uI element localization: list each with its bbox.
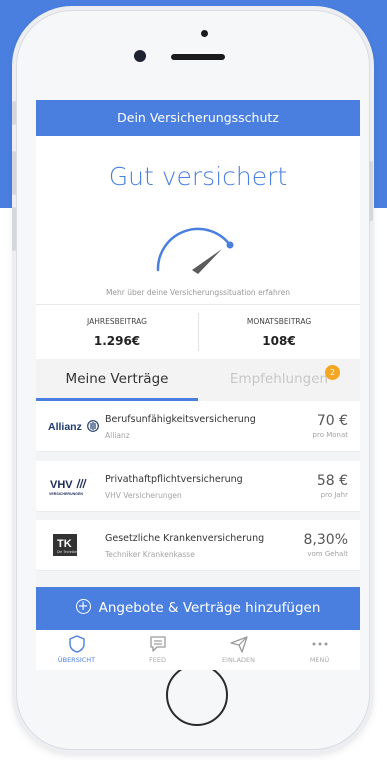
contract-amount: 58 €	[316, 473, 348, 489]
list-item[interactable]: Allianz Berufsunfähigkeitsversicherung A…	[36, 401, 360, 452]
coverage-summary: Gut versichert Mehr über deine Versicher…	[36, 136, 360, 332]
phone-volume-down	[12, 207, 16, 251]
contract-company: Allianz	[105, 431, 130, 440]
list-item[interactable]: TK Die Techniker Gesetzliche Krankenvers…	[36, 520, 360, 571]
contract-period: pro Jahr	[320, 491, 348, 499]
svg-text:Die Techniker: Die Techniker	[57, 550, 79, 554]
premium-stats: JAHRESBEITRAG 1.296€ MONATSBEITRAG 108€	[36, 304, 360, 360]
stat-label: JAHRESBEITRAG	[87, 317, 147, 326]
add-offers-contracts-button[interactable]: + Angebote & Verträge hinzufügen	[36, 587, 360, 630]
contract-company: Techniker Krankenkasse	[105, 550, 195, 559]
stat-value: 108€	[262, 334, 296, 348]
list-item[interactable]: VHV VERSICHERUNGEN Privathaftpflichtvers…	[36, 461, 360, 512]
shield-icon	[68, 635, 85, 653]
nav-label: ÜBERSICHT	[57, 656, 96, 664]
svg-text:VERSICHERUNGEN: VERSICHERUNGEN	[49, 492, 83, 496]
app-screen: Dein Versicherungsschutz Gut versichert …	[36, 100, 360, 670]
nav-item-overview[interactable]: ÜBERSICHT	[36, 634, 117, 664]
contract-title: Privathaftpflichtversicherung	[105, 474, 243, 485]
nav-label: FEED	[149, 656, 166, 664]
stat-monthly: MONATSBEITRAG 108€	[198, 305, 360, 359]
nav-item-invite[interactable]: EINLADEN	[198, 634, 279, 664]
gauge-arc	[156, 227, 232, 272]
header-title: Dein Versicherungsschutz	[117, 110, 279, 125]
coverage-info-link[interactable]: Mehr über deine Versicherungssituation e…	[36, 288, 360, 297]
earpiece-speaker	[171, 54, 225, 60]
contract-list: Allianz Berufsunfähigkeitsversicherung A…	[36, 401, 360, 587]
tk-logo: TK Die Techniker	[53, 534, 79, 556]
svg-text:TK: TK	[57, 538, 72, 550]
cta-label: Angebote & Verträge hinzufügen	[98, 600, 321, 616]
front-camera	[134, 50, 146, 62]
gauge-needle	[192, 249, 222, 274]
tab-bar: Meine Verträge Empfehlungen 2	[36, 359, 360, 401]
stat-label: MONATSBEITRAG	[246, 317, 312, 326]
phone-power-button	[369, 161, 373, 221]
svg-text:Allianz: Allianz	[48, 421, 82, 433]
stat-value: 1.296€	[93, 334, 141, 348]
contract-title: Berufsunfähigkeitsversicherung	[105, 414, 256, 425]
contract-period: pro Monat	[312, 431, 348, 439]
proximity-sensor	[201, 30, 208, 37]
plus-circle-icon: +	[75, 599, 91, 614]
coverage-gauge	[156, 227, 234, 274]
paper-plane-icon	[229, 636, 248, 653]
vhv-logo: VHV VERSICHERUNGEN	[49, 478, 87, 496]
gauge-end-dot	[226, 241, 234, 249]
contract-amount: 8,30%	[303, 532, 348, 548]
chat-icon	[149, 636, 166, 652]
recommendations-badge: 2	[325, 365, 340, 380]
stat-annual: JAHRESBEITRAG 1.296€	[36, 305, 198, 359]
app-header: Dein Versicherungsschutz	[36, 100, 360, 136]
coverage-status-title: Gut versichert	[108, 162, 288, 191]
tab-my-contracts[interactable]: Meine Verträge	[36, 359, 198, 401]
bottom-nav: ÜBERSICHT FEED EINLADEN MENÜ	[36, 630, 360, 670]
phone-volume-up	[12, 151, 16, 195]
contract-title: Gesetzliche Krankenversicherung	[105, 533, 265, 544]
nav-label: MENÜ	[309, 656, 330, 664]
home-button[interactable]	[166, 664, 228, 726]
nav-item-feed[interactable]: FEED	[117, 634, 198, 664]
contract-period: vom Gehalt	[307, 550, 348, 558]
more-dots-icon	[312, 642, 327, 646]
svg-text:VHV: VHV	[50, 479, 73, 491]
nav-label: EINLADEN	[221, 656, 256, 664]
nav-item-menu[interactable]: MENÜ	[279, 634, 360, 664]
allianz-logo: Allianz	[48, 420, 99, 433]
contract-amount: 70 €	[316, 413, 348, 429]
contract-company: VHV Versicherungen	[105, 491, 182, 500]
phone-mute-switch	[12, 101, 16, 125]
